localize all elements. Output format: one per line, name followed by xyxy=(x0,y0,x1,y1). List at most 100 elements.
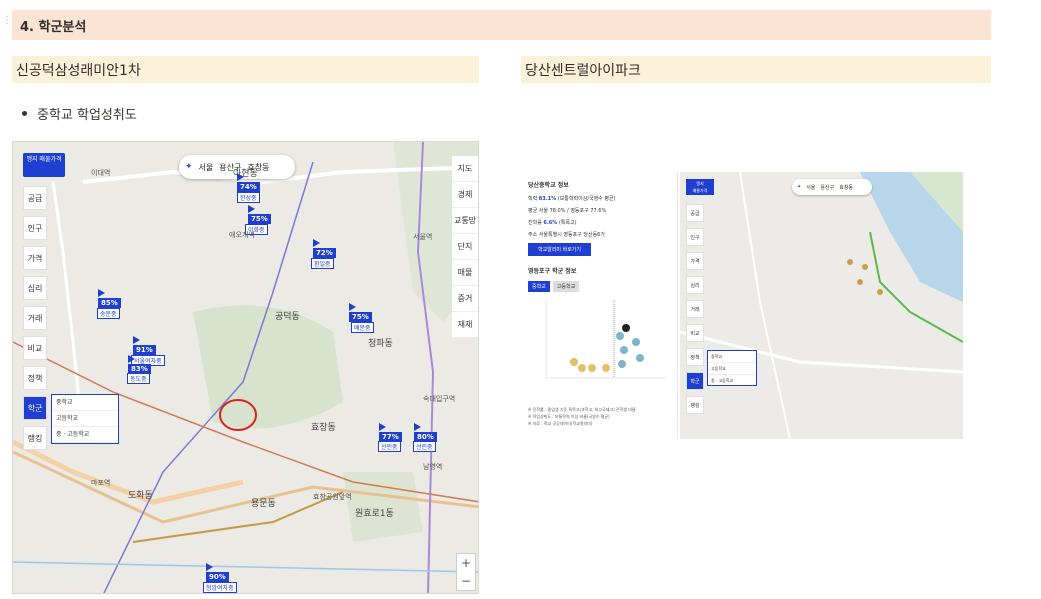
side-menu-ranking[interactable]: 랭킹 xyxy=(686,396,704,414)
right-column-title: 당산센트럴아이파크 xyxy=(521,56,991,83)
school-type-tabs: 중학교 고등학교 xyxy=(528,281,671,292)
tab-middle-school[interactable]: 중학교 xyxy=(528,281,550,292)
side-menu-population[interactable]: 인구 xyxy=(23,216,47,240)
map-right-menu: 지도 경제 교통망 단지 매물 증거 재재 xyxy=(452,156,478,338)
drag-handle-icon[interactable]: ⋮⋮ xyxy=(2,16,21,30)
right-menu-map[interactable]: 지도 xyxy=(452,156,478,182)
school-type-high[interactable]: 고등학교 xyxy=(708,363,756,375)
location-city[interactable]: 서울 xyxy=(199,162,214,173)
side-menu-school[interactable]: 학군 xyxy=(23,396,47,420)
right-map-background xyxy=(680,172,963,439)
bullet-dot-icon xyxy=(22,111,27,116)
school-info-title: 당산중학교 정보 xyxy=(528,182,569,189)
right-menu-redevelop[interactable]: 재재 xyxy=(452,312,478,338)
side-menu-policy[interactable]: 정책 xyxy=(686,348,704,366)
left-title-text: 신공덕삼성래미안1차 xyxy=(16,62,141,79)
place-label: 효창동 xyxy=(311,423,336,433)
school-marker-pct[interactable]: 75% xyxy=(349,303,372,322)
section-header: 4. 학군분석 xyxy=(12,10,991,40)
notes: ※ 진학률 : 졸업생 기준 특목고(과학고, 외고국제고) 진학생 비율 ※ … xyxy=(528,406,636,427)
side-menu-policy[interactable]: 정책 xyxy=(23,366,47,390)
school-scatter-plot xyxy=(545,300,666,379)
right-school-type-popup: 중학교 고등학교 중 · 고등학교 xyxy=(707,350,757,387)
place-label: 청파동 xyxy=(368,339,393,349)
brand-logo[interactable]: 맹지 매물가격 xyxy=(23,153,65,177)
school-marker-label: 선린중 xyxy=(378,441,401,452)
zoom-in-button[interactable]: + xyxy=(457,554,475,572)
right-location-bar[interactable]: ✦ 서울 용산구 효창동 xyxy=(792,179,872,195)
school-info-panel: 당산중학교 정보 학력 83.1% (보통학력이상/국영수 평균) 평균 서울 … xyxy=(522,172,678,439)
school-marker-label: 선린중 xyxy=(413,441,436,452)
right-map-side-menu: 공급 인구 가격 심리 거래 비교 정책 학군 랭킹 xyxy=(686,204,704,420)
page: ⋮⋮ 4. 학군분석 신공덕삼성래미안1차 당산센트럴아이파크 중학교 학업성취… xyxy=(0,0,1041,599)
side-menu-supply[interactable]: 공급 xyxy=(23,186,47,210)
school-type-combined[interactable]: 중 · 고등학교 xyxy=(708,375,756,387)
left-column-title: 신공덕삼성래미안1차 xyxy=(12,56,479,83)
location-pin-icon: ✦ xyxy=(797,184,802,190)
place-label: 공덕동 xyxy=(275,312,300,322)
right-menu-evidence[interactable]: 증거 xyxy=(452,286,478,312)
right-menu-listing[interactable]: 매물 xyxy=(452,260,478,286)
info-row-address: 주소 서울특별시 영등포구 당산동6가 xyxy=(528,232,605,238)
right-menu-complex[interactable]: 단지 xyxy=(452,234,478,260)
side-menu-supply[interactable]: 공급 xyxy=(686,204,704,222)
zoom-control: + − xyxy=(456,553,476,591)
side-menu-compare[interactable]: 비교 xyxy=(686,324,704,342)
location-district[interactable]: 용산구 xyxy=(820,184,834,191)
map-side-menu: 공급 인구 가격 심리 거래 비교 정책 학군 랭킹 xyxy=(23,186,47,456)
right-brand-logo[interactable]: 맹지 매물가격 xyxy=(686,179,714,195)
side-menu-compare[interactable]: 비교 xyxy=(23,336,47,360)
side-menu-trade[interactable]: 거래 xyxy=(686,300,704,318)
school-type-high[interactable]: 고등학교 xyxy=(52,411,118,427)
bullet-text: 중학교 학업성취도 xyxy=(37,108,137,123)
school-type-middle[interactable]: 중학교 xyxy=(52,395,118,411)
place-label: 이대역 xyxy=(91,169,111,177)
side-menu-price[interactable]: 가격 xyxy=(23,246,47,270)
location-dong[interactable]: 효창동 xyxy=(839,184,853,191)
school-marker-pct[interactable]: 72% xyxy=(313,239,336,258)
side-menu-ranking[interactable]: 랭킹 xyxy=(23,426,47,450)
location-city[interactable]: 서울 xyxy=(806,184,815,191)
place-label: 용문동 xyxy=(251,499,276,509)
place-label: 서울역 xyxy=(413,233,433,241)
school-marker-label: 동도중 xyxy=(127,373,150,384)
left-map-screenshot: 맹지 매물가격 ✦ 서울 용산구 효창동 공급 인구 가격 심리 거래 비교 정… xyxy=(12,141,479,594)
place-label: 원효로1동 xyxy=(355,509,394,519)
right-menu-economy[interactable]: 경제 xyxy=(452,182,478,208)
school-marker-label: 숭문중 xyxy=(97,308,120,319)
tab-high-school[interactable]: 고등학교 xyxy=(552,281,580,292)
school-marker-pct[interactable]: 75% xyxy=(248,205,271,224)
location-pin-icon: ✦ xyxy=(185,162,193,172)
school-marker-pct[interactable]: 91% xyxy=(133,336,156,355)
school-marker-pct[interactable]: 74% xyxy=(237,173,260,192)
place-label: 효창공원앞역 xyxy=(313,493,352,501)
school-type-combined[interactable]: 중 · 고등학교 xyxy=(52,427,118,443)
info-row-advancement: 진학률 6.6% (특목고) xyxy=(528,220,577,226)
info-row-achievement: 학력 83.1% (보통학력이상/국영수 평균) xyxy=(528,196,616,202)
side-menu-school[interactable]: 학군 xyxy=(686,372,704,390)
right-menu-transit[interactable]: 교통망 xyxy=(452,208,478,234)
right-map-screenshot: 당산중학교 정보 학력 83.1% (보통학력이상/국영수 평균) 평균 서울 … xyxy=(522,172,963,439)
right-title-text: 당산센트럴아이파크 xyxy=(525,62,641,79)
place-label: 애오개역 xyxy=(229,231,255,239)
school-marker-label: 한성중 xyxy=(237,192,260,203)
side-menu-sentiment[interactable]: 심리 xyxy=(686,276,704,294)
side-menu-price[interactable]: 가격 xyxy=(686,252,704,270)
right-map: 맹지 매물가격 ✦ 서울 용산구 효창동 공급 인구 가격 심리 거래 비교 정책… xyxy=(680,172,963,439)
place-label: 마포역 xyxy=(91,479,111,487)
school-marker-pct[interactable]: 90% xyxy=(206,563,229,582)
place-label: 숙대입구역 xyxy=(423,395,456,403)
side-menu-trade[interactable]: 거래 xyxy=(23,306,47,330)
zoom-out-button[interactable]: − xyxy=(457,572,475,590)
school-alimi-link-button[interactable]: 학교알리미 바로가기 xyxy=(528,243,591,256)
note-line: ※ 진학률 : 졸업생 기준 특목고(과학고, 외고국제고) 진학생 비율 xyxy=(528,407,636,412)
note-line: ※ 학업성취도 : 보통학력 이상 비율(국영수 평균) xyxy=(528,414,610,419)
school-marker-pct[interactable]: 85% xyxy=(98,289,121,308)
school-marker-label: 청암여자중 xyxy=(203,582,237,593)
info-row-average: 평균 서울 78.0% / 영등포구 77.6% xyxy=(528,208,607,214)
school-marker-label: 환일중 xyxy=(311,258,334,269)
district-school-title: 영등포구 학군 정보 xyxy=(528,268,577,275)
school-type-middle[interactable]: 중학교 xyxy=(708,351,756,363)
side-menu-sentiment[interactable]: 심리 xyxy=(23,276,47,300)
side-menu-population[interactable]: 인구 xyxy=(686,228,704,246)
